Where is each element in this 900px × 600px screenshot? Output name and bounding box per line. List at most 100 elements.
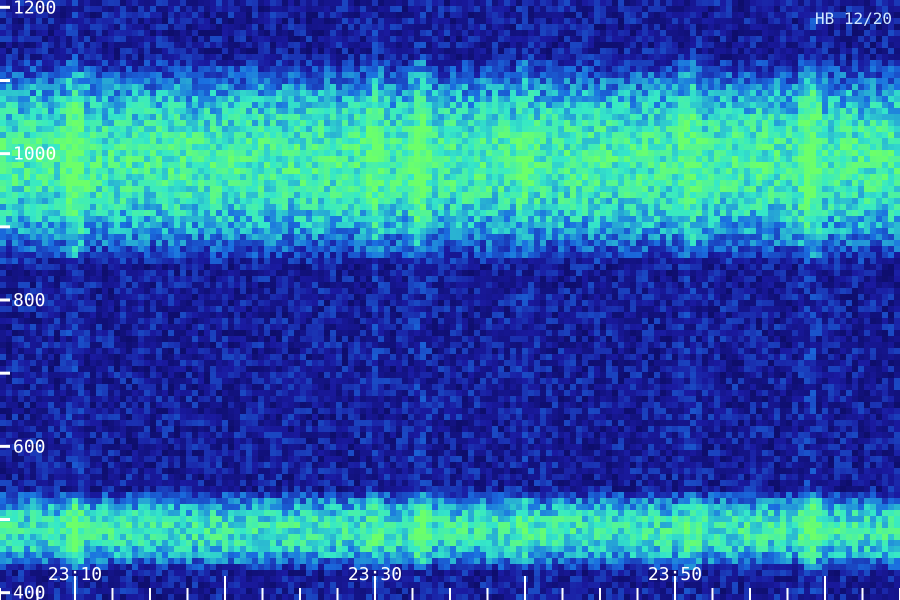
- heatmap-cell: [480, 30, 486, 36]
- heatmap-cell: [234, 144, 240, 150]
- heatmap-cell: [354, 180, 360, 186]
- heatmap-cell: [888, 108, 894, 114]
- heatmap-cell: [564, 162, 570, 168]
- heatmap-cell: [750, 84, 756, 90]
- heatmap-cell: [792, 144, 798, 150]
- heatmap-cell: [636, 120, 642, 126]
- heatmap-cell: [816, 120, 822, 126]
- heatmap-cell: [744, 84, 750, 90]
- heatmap-cell: [12, 54, 18, 60]
- heatmap-cell: [282, 126, 288, 132]
- heatmap-cell: [0, 180, 6, 186]
- heatmap-cell: [678, 150, 684, 156]
- heatmap-cell: [684, 30, 690, 36]
- heatmap-cell: [888, 90, 894, 96]
- heatmap-cell: [786, 84, 792, 90]
- heatmap-cell: [450, 66, 456, 72]
- heatmap-cell: [216, 72, 222, 78]
- heatmap-cell: [312, 42, 318, 48]
- heatmap-cell: [450, 120, 456, 126]
- heatmap-cell: [576, 138, 582, 144]
- heatmap-cell: [96, 66, 102, 72]
- heatmap-cell: [186, 36, 192, 42]
- heatmap-cell: [690, 114, 696, 120]
- heatmap-cell: [264, 150, 270, 156]
- heatmap-cell: [162, 156, 168, 162]
- heatmap-cell: [90, 90, 96, 96]
- heatmap-cell: [636, 84, 642, 90]
- heatmap-cell: [576, 42, 582, 48]
- heatmap-cell: [510, 30, 516, 36]
- heatmap-cell: [594, 90, 600, 96]
- heatmap-cell: [0, 72, 6, 78]
- heatmap-cell: [750, 30, 756, 36]
- heatmap-cell: [576, 30, 582, 36]
- heatmap-cell: [816, 72, 822, 78]
- heatmap-cell: [594, 144, 600, 150]
- heatmap-cell: [378, 60, 384, 66]
- heatmap-cell: [390, 90, 396, 96]
- heatmap-cell: [42, 180, 48, 186]
- heatmap-cell: [810, 156, 816, 162]
- heatmap-cell: [180, 162, 186, 168]
- heatmap-cell: [36, 126, 42, 132]
- heatmap-cell: [600, 132, 606, 138]
- heatmap-cell: [510, 60, 516, 66]
- heatmap-cell: [252, 54, 258, 60]
- heatmap-cell: [726, 96, 732, 102]
- heatmap-cell: [378, 132, 384, 138]
- heatmap-cell: [864, 192, 870, 198]
- heatmap-cell: [576, 60, 582, 66]
- heatmap-cell: [522, 150, 528, 156]
- heatmap-cell: [852, 30, 858, 36]
- heatmap-cell: [528, 162, 534, 168]
- heatmap-cell: [114, 18, 120, 24]
- heatmap-cell: [222, 198, 228, 204]
- heatmap-cell: [78, 150, 84, 156]
- heatmap-cell: [102, 132, 108, 138]
- heatmap-cell: [282, 156, 288, 162]
- heatmap-cell: [894, 174, 900, 180]
- heatmap-cell: [858, 150, 864, 156]
- heatmap-cell: [78, 24, 84, 30]
- heatmap-cell: [594, 96, 600, 102]
- heatmap-cell: [780, 90, 786, 96]
- heatmap-cell: [774, 48, 780, 54]
- heatmap-cell: [78, 132, 84, 138]
- heatmap-cell: [42, 30, 48, 36]
- heatmap-cell: [66, 0, 72, 6]
- heatmap-cell: [486, 54, 492, 60]
- heatmap-cell: [516, 108, 522, 114]
- heatmap-cell: [390, 168, 396, 174]
- heatmap-cell: [168, 186, 174, 192]
- heatmap-cell: [648, 90, 654, 96]
- heatmap-cell: [690, 168, 696, 174]
- heatmap-cell: [330, 84, 336, 90]
- heatmap-cell: [180, 150, 186, 156]
- heatmap-cell: [126, 102, 132, 108]
- heatmap-cell: [750, 66, 756, 72]
- heatmap-cell: [420, 84, 426, 90]
- heatmap-cell: [504, 156, 510, 162]
- heatmap-cell: [90, 114, 96, 120]
- heatmap-cell: [558, 114, 564, 120]
- heatmap-cell: [234, 90, 240, 96]
- heatmap-cell: [528, 144, 534, 150]
- heatmap-cell: [732, 114, 738, 120]
- heatmap-cell: [30, 66, 36, 72]
- heatmap-cell: [504, 78, 510, 84]
- heatmap-cell: [576, 6, 582, 12]
- heatmap-cell: [696, 114, 702, 120]
- heatmap-cell: [486, 156, 492, 162]
- heatmap-cell: [138, 180, 144, 186]
- heatmap-cell: [708, 0, 714, 6]
- heatmap-cell: [858, 30, 864, 36]
- heatmap-cell: [552, 120, 558, 126]
- heatmap-cell: [804, 24, 810, 30]
- heatmap-cell: [192, 180, 198, 186]
- heatmap-cell: [474, 96, 480, 102]
- heatmap-cell: [396, 84, 402, 90]
- heatmap-cell: [54, 114, 60, 120]
- heatmap-cell: [102, 126, 108, 132]
- heatmap-cell: [318, 186, 324, 192]
